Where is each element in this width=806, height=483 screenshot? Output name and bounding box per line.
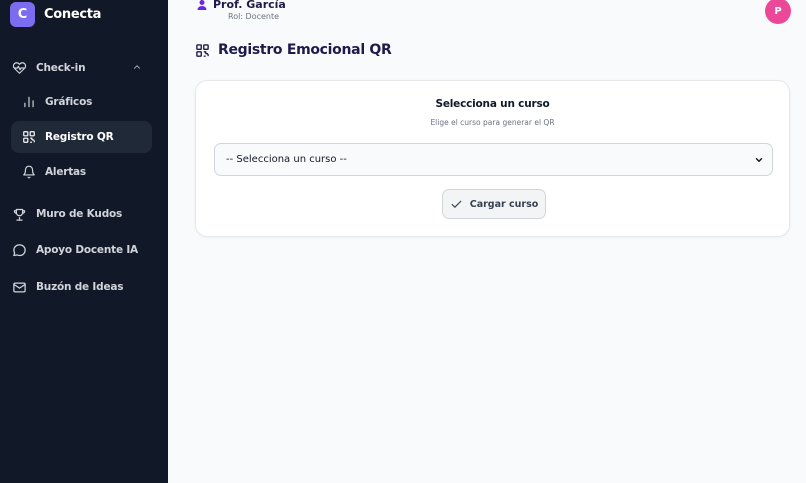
load-course-button-label: Cargar curso: [469, 198, 539, 210]
page-title-row: Registro Emocional QR: [195, 42, 392, 58]
user-info: Prof. García Rol: Docente: [196, 0, 286, 21]
sidebar-group-check-in[interactable]: Check-in: [12, 58, 142, 78]
bar-chart-icon: [24, 96, 34, 108]
chevron-down-icon: [755, 158, 763, 162]
card-subtitle: Elige el curso para generar el QR: [430, 118, 555, 127]
bell-icon: [23, 165, 35, 179]
sidebar-item-label: Buzón de Ideas: [36, 281, 124, 293]
sidebar-item-label: Gráficos: [45, 96, 93, 108]
card-title: Selecciona un curso: [435, 98, 550, 110]
sidebar-item-label: Apoyo Docente IA: [36, 244, 138, 256]
brand-name: Conecta: [44, 6, 102, 22]
brand[interactable]: C Conecta: [10, 1, 101, 27]
sidebar-item-muro-de-kudos[interactable]: Muro de Kudos: [12, 204, 122, 224]
sidebar-group-label: Check-in: [36, 62, 86, 74]
sidebar-item-graficos[interactable]: Gráficos: [22, 92, 92, 112]
load-course-button[interactable]: Cargar curso: [442, 189, 546, 219]
sidebar-item-apoyo-docente-ia[interactable]: Apoyo Docente IA: [12, 240, 138, 260]
sidebar-item-label: Muro de Kudos: [36, 208, 123, 220]
course-select-card: Selecciona un curso Elige el curso para …: [195, 80, 790, 237]
trophy-icon: [13, 208, 26, 221]
sidebar-item-alertas[interactable]: Alertas: [22, 162, 86, 182]
user-role: Rol: Docente: [228, 12, 280, 21]
qr-code-icon: [196, 43, 209, 57]
sidebar-item-label: Registro QR: [45, 131, 114, 143]
avatar[interactable]: P: [765, 0, 791, 24]
user-icon: [197, 0, 207, 10]
chat-bubble-icon: [13, 243, 26, 256]
qr-code-icon: [23, 131, 35, 143]
sidebar-item-registro-qr[interactable]: Registro QR: [22, 127, 114, 147]
heart-pulse-icon: [12, 62, 27, 74]
mail-icon: [13, 282, 26, 292]
page-title: Registro Emocional QR: [218, 42, 392, 58]
sidebar: C Conecta Check-in Gráficos Registro QR …: [0, 0, 168, 483]
user-name-row: Prof. García: [196, 0, 286, 11]
sidebar-item-buzon-de-ideas[interactable]: Buzón de Ideas: [12, 277, 124, 297]
check-icon: [451, 200, 462, 208]
chevron-up-icon[interactable]: [132, 62, 142, 72]
course-select-value: -- Selecciona un curso --: [226, 154, 347, 165]
user-name: Prof. García: [213, 0, 286, 11]
course-select[interactable]: -- Selecciona un curso --: [214, 143, 773, 176]
brand-logo: C: [10, 1, 35, 27]
sidebar-item-label: Alertas: [45, 166, 86, 178]
